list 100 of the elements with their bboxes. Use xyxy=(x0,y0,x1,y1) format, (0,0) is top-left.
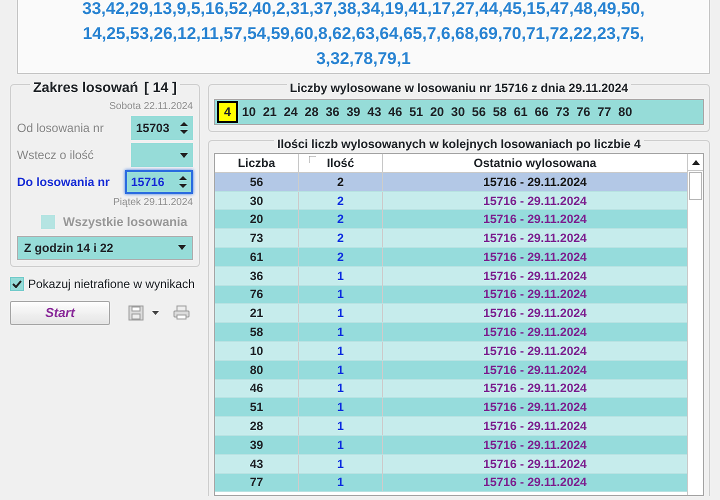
spinner-arrows-icon xyxy=(179,175,187,189)
table-row[interactable]: 36 1 15716 - 29.11.2024 xyxy=(215,266,687,286)
start-button[interactable]: Start xyxy=(10,300,110,325)
field-label: Od losowania nr xyxy=(17,120,104,137)
spinner-arrows-icon xyxy=(180,121,188,135)
table-cell-text: 15716 - 29.11.2024 xyxy=(482,174,588,191)
table-cell-text: 15716 - 29.11.2024 xyxy=(482,418,588,436)
drawn-number[interactable]: 66 xyxy=(532,102,552,122)
table-cell: 1 xyxy=(299,304,383,322)
caret-icon xyxy=(180,152,188,158)
drawn-number[interactable]: 80 xyxy=(615,102,636,122)
table-row[interactable]: 56 2 15716 - 29.11.2024 xyxy=(215,172,687,192)
drawn-number[interactable]: 61 xyxy=(510,102,531,122)
drawn-number[interactable]: 76 xyxy=(573,102,594,122)
table-cell: 80 xyxy=(215,360,299,379)
table-cell: 1 xyxy=(299,473,383,492)
group-title: Liczby wylosowane w losowaniu nr 15716 z dnia 29.11.2024 xyxy=(286,81,632,95)
column-header[interactable]: Liczba xyxy=(215,154,299,172)
drawn-number[interactable]: 51 xyxy=(406,102,426,122)
table-row[interactable]: 76 1 15716 - 29.11.2024 xyxy=(215,286,687,304)
table-row[interactable]: 30 2 15716 - 29.11.2024 xyxy=(215,192,687,210)
checkbox[interactable] xyxy=(10,276,24,291)
table-cell: 76 xyxy=(215,285,299,304)
table-cell-text: 15716 - 29.11.2024 xyxy=(482,230,588,248)
table-cell: 58 xyxy=(215,323,299,342)
check-icon xyxy=(12,280,22,288)
table-cell: 39 xyxy=(215,436,299,454)
table-row[interactable]: 46 1 15716 - 29.11.2024 xyxy=(215,380,687,398)
table-cell-text: 15716 - 29.11.2024 xyxy=(482,268,588,285)
drawn-number[interactable]: 46 xyxy=(385,102,406,122)
scrollbar-thumb[interactable] xyxy=(689,172,702,200)
table-row[interactable]: 80 1 15716 - 29.11.2024 xyxy=(215,360,687,380)
table-row[interactable]: 28 1 15716 - 29.11.2024 xyxy=(215,417,687,436)
table-cell: 1 xyxy=(299,436,383,454)
drawn-number[interactable]: 20 xyxy=(427,102,448,122)
results-text: 33,42,29,13,9,5,16,52,40,2,31,37,38,34,19,41,17,27,44,45,15,47,48,49,50, 14,25,53,26,12,11,57,54,59,60,8,62,63,64,65,7,6,68,69,70,71,72,22,23,75, 3,32,78,79,1 xyxy=(82,0,645,70)
table-cell-text: 15716 - 29.11.2024 xyxy=(482,286,588,304)
hours-dropdown[interactable]: Z godzin 14 i 22 xyxy=(17,236,193,260)
table-cell-text: 15716 - 29.11.2024 xyxy=(482,399,588,416)
table-cell: 2 xyxy=(299,172,383,191)
table-row[interactable]: 20 2 15716 - 29.11.2024 xyxy=(215,210,687,230)
table-cell: 1 xyxy=(299,379,383,398)
table-cell: 43 xyxy=(215,454,299,473)
table-cell-text: 15716 - 29.11.2024 xyxy=(482,305,588,322)
drawn-number[interactable]: 24 xyxy=(280,102,301,122)
spinner-field[interactable]: 15703 xyxy=(131,116,193,140)
table-cell: 10 xyxy=(215,342,299,360)
sort-icon xyxy=(309,156,316,163)
field-label: Do losowania nr xyxy=(17,174,110,191)
spinner-field[interactable]: 15716 xyxy=(125,170,193,194)
table-cell-text: 15716 - 29.11.2024 xyxy=(482,324,588,342)
table-row[interactable]: 77 1 15716 - 29.11.2024 xyxy=(215,474,687,492)
table-cell-text: 15716 - 29.11.2024 xyxy=(482,380,588,398)
table-cell-text: 15716 - 29.11.2024 xyxy=(482,342,588,360)
table-row[interactable]: 51 1 15716 - 29.11.2024 xyxy=(215,398,687,418)
table-row[interactable]: 58 1 15716 - 29.11.2024 xyxy=(215,323,687,342)
drawn-number[interactable]: 56 xyxy=(468,102,489,122)
column-header[interactable]: Ostatnio wylosowana xyxy=(383,154,687,172)
table-cell-text: 15716 - 29.11.2024 xyxy=(482,474,588,492)
drawn-number[interactable]: 10 xyxy=(238,102,259,122)
table-cell: 1 xyxy=(299,454,383,473)
drawn-number[interactable]: 39 xyxy=(343,102,364,122)
table-row[interactable]: 61 2 15716 - 29.11.2024 xyxy=(215,248,687,267)
table-row[interactable]: 39 1 15716 - 29.11.2024 xyxy=(215,436,687,455)
table-row[interactable]: 43 1 15716 - 29.11.2024 xyxy=(215,454,687,474)
drawn-number[interactable]: 73 xyxy=(552,102,572,122)
table-cell: 46 xyxy=(215,379,299,398)
drawn-number[interactable]: 30 xyxy=(448,102,468,122)
drawn-number[interactable]: 21 xyxy=(260,102,280,122)
table-cell: 36 xyxy=(215,266,299,285)
drawn-number[interactable]: 36 xyxy=(322,102,342,122)
table-row[interactable]: 10 1 15716 - 29.11.2024 xyxy=(215,342,687,361)
drawn-number[interactable]: 77 xyxy=(594,102,614,122)
table-cell: 1 xyxy=(299,285,383,304)
printer-icon[interactable] xyxy=(173,305,190,320)
table-cell: 2 xyxy=(299,229,383,248)
caret-icon[interactable] xyxy=(152,310,159,315)
checkbox-label: Wszystkie losowania xyxy=(63,214,188,231)
drawn-number[interactable]: 58 xyxy=(490,102,510,122)
table-cell: 1 xyxy=(299,323,383,342)
drawn-number[interactable]: 4 xyxy=(217,101,238,123)
table-row[interactable]: 73 2 15716 - 29.11.2024 xyxy=(215,229,687,248)
drawn-number[interactable]: 28 xyxy=(302,102,322,122)
table-cell: 56 xyxy=(215,172,299,191)
table-cell: 21 xyxy=(215,304,299,322)
group-title: Zakres losowań xyxy=(30,79,142,95)
date-label: Piątek 29.11.2024 xyxy=(112,197,193,209)
table-cell: 77 xyxy=(215,473,299,492)
drawn-number[interactable]: 43 xyxy=(364,102,384,122)
table-cell: 73 xyxy=(215,229,299,248)
table-row[interactable]: 21 1 15716 - 29.11.2024 xyxy=(215,304,687,324)
table-cell: 1 xyxy=(299,342,383,360)
table-cell-text: 15716 - 29.11.2024 xyxy=(482,436,588,454)
table-cell: 1 xyxy=(299,417,383,436)
up-arrow-icon xyxy=(692,160,700,164)
caret-icon xyxy=(178,245,186,250)
column-header[interactable]: Ilość xyxy=(299,154,383,172)
field-label: Wstecz o ilość xyxy=(17,147,94,164)
table-cell-text: 15716 - 29.11.2024 xyxy=(482,192,588,210)
dropdown-field[interactable] xyxy=(131,143,193,167)
